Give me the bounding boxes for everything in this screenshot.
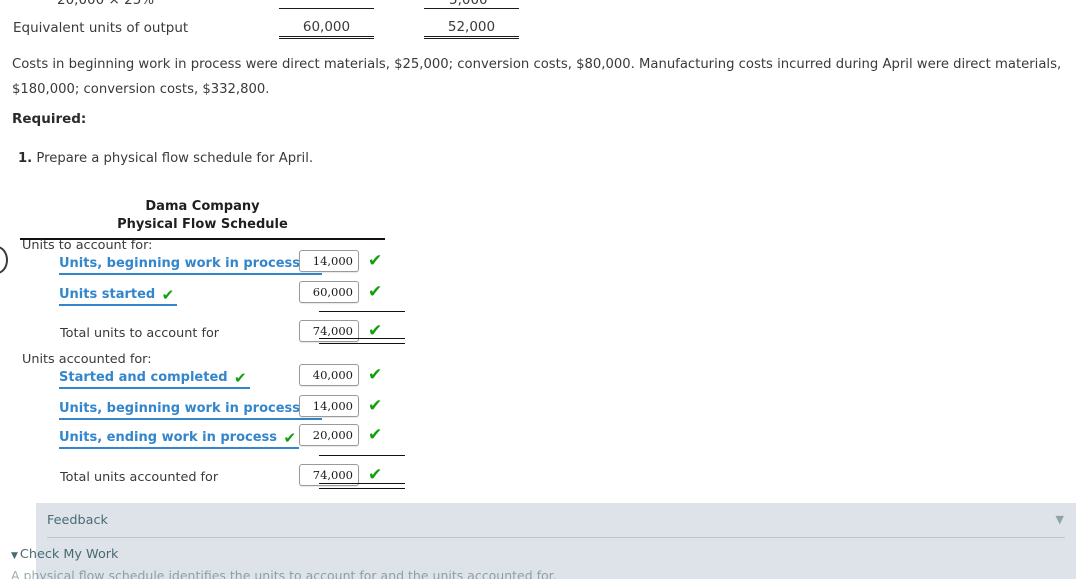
row-value-input-6[interactable]: 20,000 — [299, 424, 359, 446]
row-label: Units started — [59, 287, 156, 302]
equivalent-units-conversion: 52,000 — [424, 8, 519, 39]
clipped-calc-right: 5,000 — [449, 0, 488, 8]
equivalent-units-label: Equivalent units of output — [13, 20, 189, 36]
triangle-down-icon: ▼ — [11, 551, 18, 561]
row-select-units-beginning-wip-2[interactable]: Units, beginning work in process ✔ — [59, 401, 323, 420]
table-row: Units started ✔ 60,000 ✔ — [20, 281, 385, 317]
row-value-input-4[interactable]: 40,000 — [299, 364, 359, 386]
row-value-input-1[interactable]: 14,000 — [299, 250, 359, 272]
correct-check-icon: ✔ — [283, 429, 297, 447]
row-correct-check-icon-7: ✔ — [368, 465, 383, 485]
section-1-label: Units to account for: — [22, 238, 153, 253]
section-2-label: Units accounted for: — [22, 352, 152, 367]
problem-paragraph: Costs in beginning work in process were … — [12, 57, 1062, 97]
clipped-calc-left: 20,000 × 25% — [57, 0, 155, 8]
row-correct-check-icon-6: ✔ — [368, 425, 383, 445]
row-select-started-and-completed[interactable]: Started and completed ✔ — [59, 370, 250, 389]
feedback-clipped-text: A physical flow schedule identifies the … — [11, 568, 557, 579]
edge-annotation-circle — [0, 246, 8, 274]
check-my-work-toggle[interactable]: ▼ Check My Work — [11, 547, 118, 562]
required-item-text: Prepare a physical flow schedule for Apr… — [36, 151, 314, 166]
check-my-work-label: Check My Work — [19, 547, 119, 562]
row-correct-check-icon-1: ✔ — [368, 251, 383, 271]
total-1-top-rule — [319, 311, 405, 312]
schedule-company-name: Dama Company — [145, 199, 260, 214]
row-label-total-units-accounted-for: Total units accounted for — [60, 470, 219, 485]
physical-flow-schedule: Dama Company Physical Flow Schedule Unit… — [20, 198, 405, 489]
row-select-units-beginning-wip-1[interactable]: Units, beginning work in process ✔ — [59, 256, 323, 275]
row-correct-check-icon-2: ✔ — [368, 282, 383, 302]
correct-check-icon: ✔ — [234, 369, 247, 387]
total-2-bottom-rule — [319, 483, 405, 489]
row-label: Units, beginning work in process — [59, 401, 301, 416]
row-select-units-ending-wip[interactable]: Units, ending work in process ✔ — [59, 429, 300, 449]
correct-check-icon: ✔ — [161, 286, 175, 304]
schedule-title: Physical Flow Schedule — [117, 217, 288, 232]
row-select-units-started[interactable]: Units started ✔ — [59, 286, 178, 306]
feedback-title: Feedback — [47, 513, 108, 528]
chevron-down-icon[interactable]: ▼ — [1056, 514, 1064, 526]
required-item-1: 1. Prepare a physical flow schedule for … — [18, 151, 313, 166]
required-heading: Required: — [12, 111, 87, 127]
row-label: Units, beginning work in process — [59, 256, 301, 271]
row-correct-check-icon-5: ✔ — [368, 396, 383, 416]
total-1-bottom-rule — [319, 338, 405, 344]
equivalent-units-materials: 60,000 — [279, 8, 374, 39]
equivalent-units-table: 20,000 × 25% 5,000 Equivalent units of o… — [0, 0, 1076, 46]
total-2-top-rule — [319, 455, 405, 456]
feedback-divider — [47, 537, 1065, 538]
row-value-input-5[interactable]: 14,000 — [299, 395, 359, 417]
row-label: Units, ending work in process — [59, 430, 278, 445]
row-value-input-2[interactable]: 60,000 — [299, 281, 359, 303]
row-correct-check-icon-4: ✔ — [368, 365, 383, 385]
required-item-number: 1. — [18, 151, 33, 166]
row-label: Started and completed — [59, 370, 228, 385]
row-label-total-units-to-account-for: Total units to account for — [60, 326, 220, 341]
clipped-calc-row: 20,000 × 25% 5,000 — [0, 0, 1076, 10]
